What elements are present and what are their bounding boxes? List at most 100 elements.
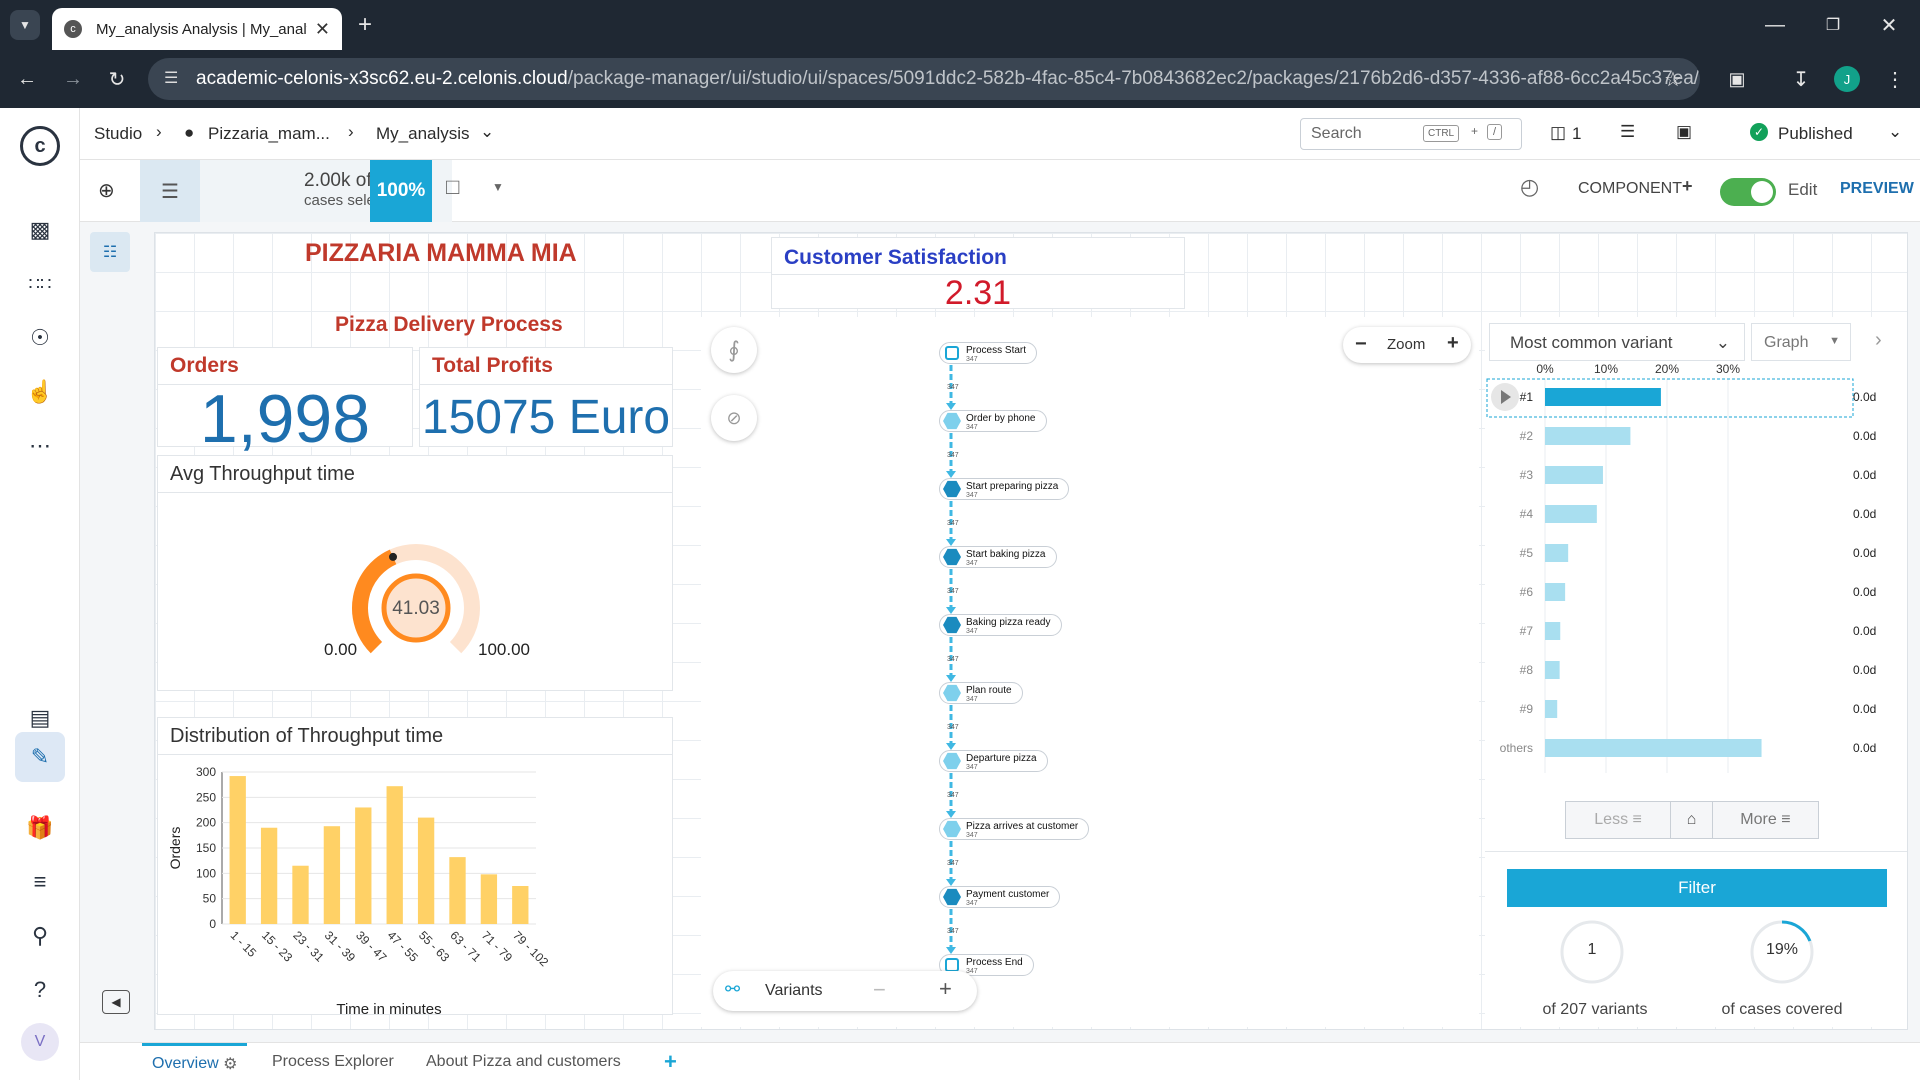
add-component-icon[interactable]: + bbox=[1682, 176, 1693, 197]
process-node-count: 347 bbox=[966, 492, 978, 499]
less-button[interactable]: Less ≡ bbox=[1566, 802, 1672, 838]
database-icon[interactable]: ◫ bbox=[1550, 123, 1566, 143]
process-node[interactable]: Plan route 347 bbox=[939, 682, 1023, 704]
bar bbox=[355, 807, 372, 924]
process-node[interactable]: Baking pizza ready 347 bbox=[939, 614, 1062, 636]
reload-icon[interactable]: ↻ bbox=[102, 64, 132, 94]
marketplace-icon[interactable]: 🎁 bbox=[20, 808, 60, 848]
close-window-icon[interactable]: ✕ bbox=[1874, 10, 1904, 40]
throughput-label: Avg Throughput time bbox=[170, 463, 355, 485]
add-circle-icon[interactable]: ⊕ bbox=[98, 178, 115, 203]
dashboard-title: PIZZARIA MAMMA MIA bbox=[305, 239, 577, 267]
more-button[interactable]: More ≡ bbox=[1713, 802, 1818, 838]
site-info-icon[interactable]: ☰ bbox=[164, 68, 178, 88]
gauge-min: 0.00 bbox=[324, 640, 358, 659]
restore-icon[interactable]: ❐ bbox=[1818, 10, 1848, 40]
data-count: 1 bbox=[1572, 124, 1582, 143]
tab-about-pizza[interactable]: About Pizza and customers bbox=[416, 1043, 631, 1081]
download-icon[interactable]: ↧ bbox=[1786, 64, 1816, 94]
bookmark-star-icon[interactable]: ☆ bbox=[1658, 64, 1688, 94]
browser-tab[interactable]: c My_analysis Analysis | My_analy ✕ bbox=[52, 8, 342, 50]
history-icon[interactable]: ◴ bbox=[1520, 174, 1539, 200]
menu-button[interactable]: ☰ bbox=[140, 160, 200, 222]
process-node[interactable]: Start baking pizza 347 bbox=[939, 546, 1057, 568]
help-icon[interactable]: ? bbox=[20, 970, 60, 1010]
selection-dropdown-icon[interactable]: ▼ bbox=[492, 180, 504, 194]
search-nav-icon[interactable]: ⚲ bbox=[20, 916, 60, 956]
variant-label: #8 bbox=[1520, 663, 1534, 677]
shortcut-plus: + bbox=[1471, 124, 1479, 138]
process-node[interactable]: Order by phone 347 bbox=[939, 410, 1047, 432]
x-tick-label: 39 - 47 bbox=[353, 928, 390, 965]
edit-toggle[interactable] bbox=[1720, 178, 1776, 206]
y-tick-label: 300 bbox=[196, 765, 216, 779]
preview-button[interactable]: PREVIEW bbox=[1840, 180, 1914, 198]
process-node[interactable]: Process Start 347 bbox=[939, 342, 1038, 364]
collapse-panel-icon[interactable]: ◀ bbox=[102, 990, 130, 1014]
search-input[interactable]: Search CTRL + / bbox=[1300, 118, 1522, 150]
component-button[interactable]: COMPONENT bbox=[1578, 180, 1682, 198]
extensions-icon[interactable]: ▣ bbox=[1722, 64, 1752, 94]
orders-kpi-card[interactable]: Orders 1,998 bbox=[157, 347, 413, 457]
close-tab-icon[interactable]: ✕ bbox=[315, 19, 330, 40]
monitor-icon[interactable]: ▣ bbox=[1676, 122, 1692, 142]
add-tab-icon[interactable]: + bbox=[654, 1043, 687, 1081]
more-icon[interactable]: ⋯ bbox=[20, 426, 60, 466]
variants-slider[interactable]: ⚯ Variants − + bbox=[713, 971, 977, 1011]
touch-icon[interactable]: ☝ bbox=[20, 372, 60, 412]
process-node[interactable]: Payment customer 347 bbox=[939, 886, 1061, 908]
customer-satisfaction-card[interactable]: Customer Satisfaction 2.31 bbox=[771, 237, 1185, 312]
home-button[interactable]: ⌂ bbox=[1671, 802, 1713, 838]
variants-minus-icon[interactable]: − bbox=[873, 977, 886, 1003]
y-tick-label: 200 bbox=[196, 816, 216, 830]
selection-tool-icon[interactable]: □ bbox=[446, 174, 459, 200]
x-tick-label: 15 - 23 bbox=[259, 928, 296, 965]
sheet-icon[interactable]: ☷ bbox=[90, 232, 130, 272]
process-node-count: 347 bbox=[966, 832, 978, 839]
breadcrumb-analysis[interactable]: My_analysis bbox=[376, 124, 470, 144]
profile-avatar[interactable]: J bbox=[1834, 66, 1860, 92]
back-icon[interactable]: ← bbox=[12, 64, 42, 94]
user-avatar[interactable]: V bbox=[21, 1023, 59, 1061]
chevron-down-icon[interactable]: ⌄ bbox=[480, 122, 494, 142]
tab-process-explorer[interactable]: Process Explorer bbox=[262, 1043, 404, 1081]
url-field[interactable]: ☰ academic-celonis-x3sc62.eu-2.celonis.c… bbox=[148, 58, 1700, 100]
process-map-edges: 347 347 347 347 347 347 347 347 347 bbox=[946, 365, 959, 954]
tab-search-icon[interactable]: ▼ bbox=[10, 10, 40, 40]
compass-icon[interactable]: ☉ bbox=[20, 318, 60, 358]
distribution-chart-card[interactable]: Distribution of Throughput time 300 250 20… bbox=[157, 717, 673, 1016]
breadcrumb-package[interactable]: Pizzaria_mam... bbox=[208, 124, 330, 144]
process-map-panel[interactable]: ∮ ⊘ − Zoom + 347 347 347 347 347 347 347 347 347… bbox=[701, 317, 1479, 1027]
gear-icon[interactable]: ⚙ bbox=[223, 1054, 237, 1074]
variant-bar bbox=[1545, 544, 1569, 562]
tab-overview[interactable]: Overview ⚙ bbox=[142, 1043, 248, 1081]
process-node[interactable]: Start preparing pizza 347 bbox=[939, 478, 1070, 500]
apps-grid-icon[interactable]: ∷∷ bbox=[20, 264, 60, 304]
throughput-gauge-card[interactable]: Avg Throughput time 41.03 0.00 100.00 bbox=[157, 455, 673, 691]
process-node[interactable]: Departure pizza 347 bbox=[939, 750, 1048, 772]
process-node[interactable]: Pizza arrives at customer 347 bbox=[939, 818, 1090, 840]
less-more-controls: Less ≡ ⌂ More ≡ bbox=[1565, 801, 1819, 839]
checklist-icon[interactable]: ☰ bbox=[1620, 122, 1635, 142]
url-path: /package-manager/ui/studio/ui/spaces/509… bbox=[567, 68, 1700, 89]
status-chevron-down-icon[interactable]: ⌄ bbox=[1888, 122, 1902, 142]
variant-caption: of 207 variants bbox=[1542, 1001, 1648, 1018]
breadcrumb-studio[interactable]: Studio bbox=[94, 124, 142, 144]
browser-menu-icon[interactable]: ⋮ bbox=[1880, 64, 1910, 94]
settings-sliders-icon[interactable]: ≡ bbox=[20, 862, 60, 902]
new-tab-icon[interactable]: + bbox=[350, 10, 380, 40]
celonis-logo-icon[interactable]: c bbox=[20, 126, 60, 166]
studio-icon[interactable]: ✎ bbox=[15, 732, 65, 782]
variants-plus-icon[interactable]: + bbox=[939, 976, 952, 1002]
variant-value: 0.0d bbox=[1853, 429, 1876, 443]
process-node-label: Start preparing pizza bbox=[966, 480, 1059, 492]
forward-icon[interactable]: → bbox=[58, 64, 88, 94]
y-axis-label: Orders bbox=[167, 827, 183, 870]
filter-button[interactable]: Filter bbox=[1507, 869, 1887, 907]
profits-kpi-card[interactable]: Total Profits 15075 Euro bbox=[419, 347, 673, 447]
variant-chart-svg: 0% 10% 20% 30% #1 0.0d #2 0.0d #3 0.0d #4 0.0d #5 0.0… bbox=[1486, 362, 1876, 773]
status-published[interactable]: Published bbox=[1778, 124, 1853, 144]
process-intelligence-icon[interactable]: ▩ bbox=[20, 210, 60, 250]
edge-count: 347 bbox=[947, 860, 959, 867]
minimize-icon[interactable]: — bbox=[1760, 10, 1790, 40]
